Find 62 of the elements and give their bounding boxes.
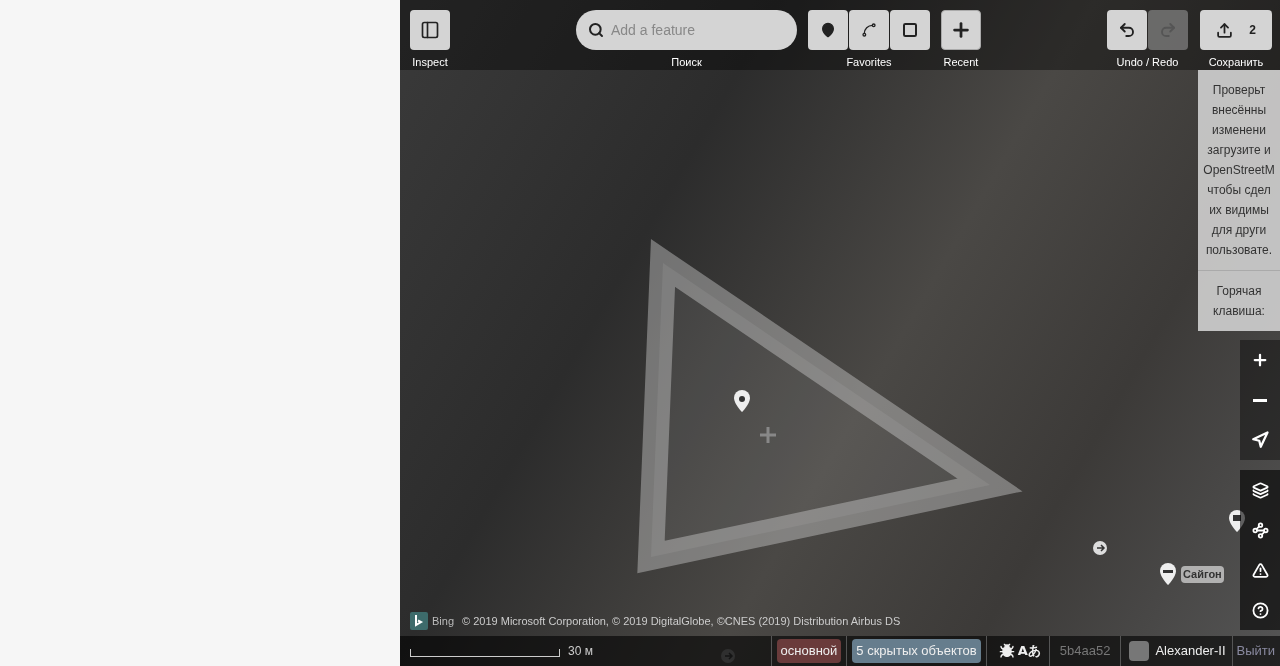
bug-icon[interactable] xyxy=(998,643,1015,659)
area-outline[interactable] xyxy=(637,239,1023,574)
help-button[interactable] xyxy=(1240,590,1280,630)
toolbar-label: Recent xyxy=(943,55,979,70)
search-field[interactable]: Add a feature xyxy=(576,10,797,50)
plus-icon xyxy=(950,19,972,41)
background-badge[interactable]: основной xyxy=(776,639,842,663)
tooltip-hotkey: Горячая xyxy=(1216,283,1262,300)
undo-button[interactable] xyxy=(1107,10,1147,50)
nodes-icon xyxy=(1251,521,1269,539)
warning-icon xyxy=(1251,561,1269,579)
attribution-text: © 2019 Microsoft Corporation, © 2019 DigitalGlobe, ©CNES (2019) Distribution Airbus DS xyxy=(462,613,901,629)
sidebar-toggle-icon xyxy=(420,20,440,40)
tooltip-text: внесённы xyxy=(1211,102,1267,119)
bing-logo-icon xyxy=(410,612,428,630)
toolbar-label: Favorites xyxy=(846,55,892,70)
user-avatar xyxy=(1129,641,1150,661)
user-link[interactable]: Alexander-II xyxy=(1155,641,1226,661)
save-button[interactable]: 2 xyxy=(1200,10,1272,50)
background-button[interactable] xyxy=(1240,470,1280,510)
logout-link[interactable]: Выйти xyxy=(1236,641,1275,661)
plus-icon xyxy=(1251,351,1269,369)
layers-icon xyxy=(1251,481,1269,499)
tooltip-text: OpenStreetM xyxy=(1203,162,1275,179)
toolbar-label: Сохранить xyxy=(1208,55,1264,70)
hidden-features-badge[interactable]: 5 скрытых объектов xyxy=(852,639,981,663)
geolocate-button[interactable] xyxy=(1240,420,1280,460)
attribution-logo-text: Bing xyxy=(432,613,455,629)
scale-text: 30 м xyxy=(568,643,593,660)
recent-button[interactable] xyxy=(941,10,981,50)
crosshair-icon xyxy=(758,425,778,445)
map-pin-icon[interactable] xyxy=(1229,510,1245,532)
search-icon xyxy=(588,22,604,38)
tooltip-text: Проверьт xyxy=(1212,82,1266,99)
toolbar-label: Inspect xyxy=(411,55,449,70)
line-icon xyxy=(861,22,877,38)
tooltip-text: чтобы сдел xyxy=(1207,182,1271,199)
minus-icon xyxy=(1253,398,1267,402)
add-area-button[interactable] xyxy=(890,10,930,50)
add-line-button[interactable] xyxy=(849,10,889,50)
map-label: Сайгон xyxy=(1181,566,1224,583)
version-text[interactable]: 5b4aa52 xyxy=(1059,641,1111,661)
tooltip-text: пользовате. xyxy=(1205,242,1273,259)
tooltip-text: изменени xyxy=(1212,122,1266,139)
language-toggle[interactable]: Aあ xyxy=(1017,641,1041,661)
tooltip-hotkey: клавиша: xyxy=(1213,303,1265,320)
toolbar-label: Поиск xyxy=(671,55,702,70)
zoom-in-button[interactable] xyxy=(1240,340,1280,380)
tooltip-text: их видимы xyxy=(1209,202,1269,219)
entrance-icon[interactable] xyxy=(1093,541,1107,555)
tooltip-text: для други xyxy=(1211,222,1267,239)
undo-icon xyxy=(1118,21,1136,39)
navigation-arrow-icon xyxy=(1251,431,1269,449)
map-pin-icon xyxy=(820,22,836,38)
map-pin-icon[interactable] xyxy=(734,390,750,412)
help-icon xyxy=(1251,601,1269,619)
tooltip-text: загрузите и xyxy=(1207,142,1271,159)
toolbar-label: Undo / Redo xyxy=(1116,55,1179,70)
upload-icon xyxy=(1216,21,1234,39)
add-point-button[interactable] xyxy=(808,10,848,50)
inspect-button[interactable] xyxy=(410,10,450,50)
area-icon xyxy=(902,22,918,38)
